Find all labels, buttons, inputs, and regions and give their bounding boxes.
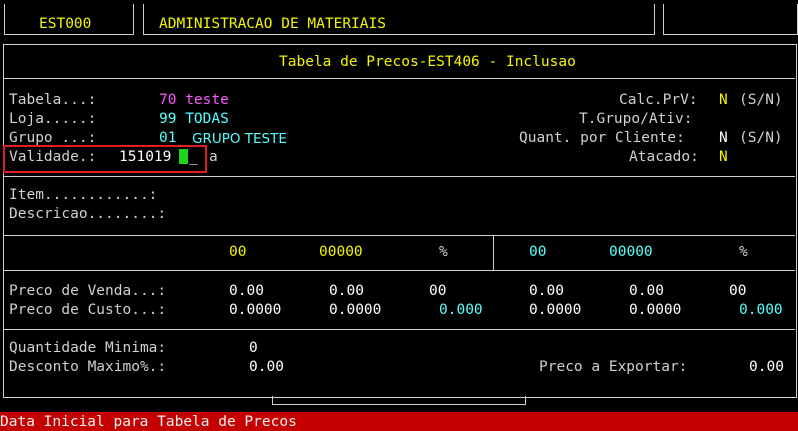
desconto-label: Desconto Maximo%.: — [9, 359, 167, 375]
venda-right-1: 0.00 — [529, 283, 564, 299]
loja-label: Loja.....: — [9, 111, 97, 127]
validade-underscore: _ — [189, 149, 198, 165]
right-header-pct: % — [739, 244, 748, 260]
atacado-label: Atacado: — [629, 149, 699, 165]
exportar-value: 0.00 — [749, 359, 784, 375]
loja-value: 99 TODAS — [159, 111, 229, 127]
validade-input[interactable]: 151019 — [119, 148, 171, 166]
qtd-minima-label: Quantidade Minima: — [9, 340, 167, 356]
text-cursor — [179, 149, 188, 164]
header-title: ADMINISTRACAO DE MATERIAIS — [159, 16, 386, 32]
validade-suffix: a — [209, 149, 218, 165]
quant-options: (S/N) — [739, 130, 783, 146]
divider-title — [4, 78, 795, 79]
venda-left-3: 00 — [429, 283, 447, 299]
venda-left-2: 0.00 — [329, 283, 364, 299]
left-header-1: 00 — [229, 244, 247, 260]
calc-options: (S/N) — [739, 92, 783, 108]
left-header-2: 00000 — [319, 244, 363, 260]
divider-item — [4, 235, 795, 236]
divider-bottom — [4, 329, 795, 330]
quant-label: Quant. por Cliente: — [519, 130, 685, 146]
venda-left-1: 0.00 — [229, 283, 264, 299]
validade-label: Validade.: — [9, 149, 97, 165]
header-right-box — [663, 4, 798, 35]
divider-form — [4, 176, 795, 177]
bracket-box — [272, 396, 526, 405]
right-header-2: 00000 — [609, 244, 653, 260]
custo-label: Preco de Custo...: — [9, 302, 167, 318]
exportar-label: Preco a Exportar: — [539, 359, 688, 375]
descricao-label: Descricao........: — [9, 206, 167, 222]
custo-right-1: 0.0000 — [529, 302, 582, 318]
divider-prices — [4, 270, 795, 271]
right-header-1: 00 — [529, 244, 547, 260]
quant-value[interactable]: N — [719, 129, 728, 147]
venda-right-3: 00 — [729, 283, 747, 299]
custo-right-3: 0.000 — [739, 302, 783, 318]
atacado-value[interactable]: N — [719, 148, 728, 166]
desconto-value: 0.00 — [249, 359, 284, 375]
qtd-minima-value: 0 — [249, 340, 258, 356]
item-label: Item............: — [9, 187, 158, 203]
calc-value[interactable]: N — [719, 91, 728, 109]
custo-left-3: 0.000 — [439, 302, 483, 318]
tgrupo-label: T.Grupo/Ativ: — [579, 111, 693, 127]
tabela-label: Tabela...: — [9, 92, 97, 108]
venda-right-2: 0.00 — [629, 283, 664, 299]
custo-left-1: 0.0000 — [229, 302, 282, 318]
tabela-value: 70 teste — [159, 92, 229, 108]
custo-right-2: 0.0000 — [629, 302, 682, 318]
screen-title: Tabela de Precos-EST406 - Inclusao — [279, 54, 576, 70]
left-header-pct: % — [439, 244, 448, 260]
header-code: EST000 — [39, 16, 92, 32]
status-message: Data Inicial para Tabela de Precos — [0, 414, 297, 430]
custo-left-2: 0.0000 — [329, 302, 382, 318]
venda-label: Preco de Venda...: — [9, 283, 167, 299]
calc-label: Calc.PrV: — [619, 92, 698, 108]
divider-vertical — [493, 236, 494, 270]
